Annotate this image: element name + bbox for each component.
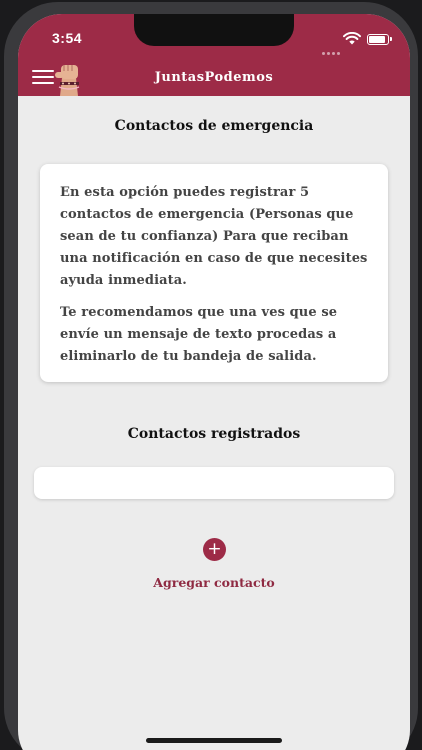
cellular-signal-icon [322,40,342,59]
registered-contacts-list [34,467,394,499]
registered-contacts-title: Contactos registrados [127,426,301,442]
emergency-contacts-title: Contactos de emergencia [114,118,314,134]
app-screen: 3:54 JuntasPodemos Contactos de emergenc… [18,14,410,750]
home-indicator [146,738,282,743]
info-paragraph: En esta opción puedes registrar 5 contac… [60,185,368,288]
status-time: 3:54 [52,30,83,46]
plus-icon: + [207,539,222,559]
battery-icon [367,34,392,45]
app-title: JuntasPodemos [154,70,274,85]
info-card: En esta opción puedes registrar 5 contac… [40,164,388,382]
wifi-icon [343,32,361,45]
info-paragraph: Te recomendamos que una ves que se envíe… [60,305,338,364]
app-header: 3:54 JuntasPodemos [18,14,410,96]
phone-frame: 3:54 JuntasPodemos Contactos de emergenc… [0,0,422,750]
device-notch [134,14,294,46]
add-contact-button[interactable]: + [203,538,226,561]
add-contact-label[interactable]: Agregar contacto [18,575,410,590]
